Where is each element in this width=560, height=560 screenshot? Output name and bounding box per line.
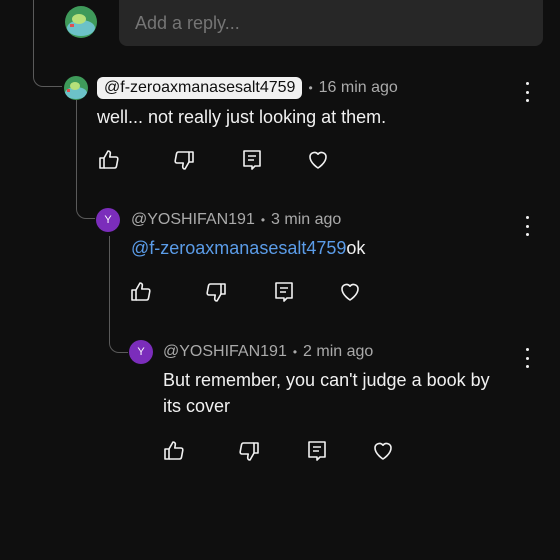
thread-curve [76, 200, 95, 219]
heart-icon[interactable] [371, 439, 395, 463]
thread-line [33, 0, 34, 64]
more-vert-icon[interactable] [522, 348, 532, 368]
comment-header: @f-zeroaxmanasesalt4759 • 16 min ago [97, 77, 398, 99]
like-icon[interactable] [162, 439, 186, 463]
commenter-avatar[interactable]: Y [96, 208, 120, 232]
mention-link[interactable]: @f-zeroaxmanasesalt4759 [131, 238, 346, 258]
thread-line [76, 100, 77, 200]
comment-header: @YOSHIFAN191 • 3 min ago [131, 211, 341, 229]
thread-curve [33, 64, 62, 87]
comment-body: ok [346, 238, 366, 258]
author-handle[interactable]: @YOSHIFAN191 [163, 343, 287, 361]
comment-time[interactable]: 2 min ago [303, 343, 373, 361]
author-handle[interactable]: @YOSHIFAN191 [131, 211, 255, 229]
comment-thread: @f-zeroaxmanasesalt4759 • 16 min ago wel… [0, 0, 560, 560]
heart-icon[interactable] [338, 280, 362, 304]
separator-dot: • [292, 345, 298, 359]
like-icon[interactable] [97, 148, 121, 172]
more-vert-icon[interactable] [522, 216, 532, 236]
reply-icon[interactable] [305, 439, 329, 463]
separator-dot: • [260, 213, 266, 227]
reply-icon[interactable] [272, 280, 296, 304]
thread-line [109, 236, 110, 336]
comment-text: @f-zeroaxmanasesalt4759ok [131, 235, 365, 261]
dislike-icon[interactable] [172, 148, 196, 172]
comment-text: But remember, you can't judge a book by … [163, 367, 490, 419]
commenter-avatar[interactable]: Y [129, 340, 153, 364]
comment-line: its cover [163, 396, 231, 416]
comment-time[interactable]: 3 min ago [271, 211, 341, 229]
comment-text: well... not really just looking at them. [97, 107, 387, 127]
user-avatar[interactable] [65, 6, 97, 38]
dislike-icon[interactable] [204, 280, 228, 304]
thread-curve [109, 336, 128, 353]
heart-icon[interactable] [306, 148, 330, 172]
like-icon[interactable] [129, 280, 153, 304]
separator-dot: • [308, 81, 313, 95]
reply-input[interactable] [119, 0, 543, 46]
comment-line: But remember, you can't judge a book by [163, 370, 490, 390]
dislike-icon[interactable] [237, 439, 261, 463]
reply-icon[interactable] [240, 148, 264, 172]
comment-header: @YOSHIFAN191 • 2 min ago [163, 343, 373, 361]
commenter-avatar[interactable] [64, 76, 88, 100]
author-handle[interactable]: @f-zeroaxmanasesalt4759 [97, 77, 303, 99]
more-vert-icon[interactable] [522, 82, 532, 102]
comment-time[interactable]: 16 min ago [319, 79, 398, 97]
